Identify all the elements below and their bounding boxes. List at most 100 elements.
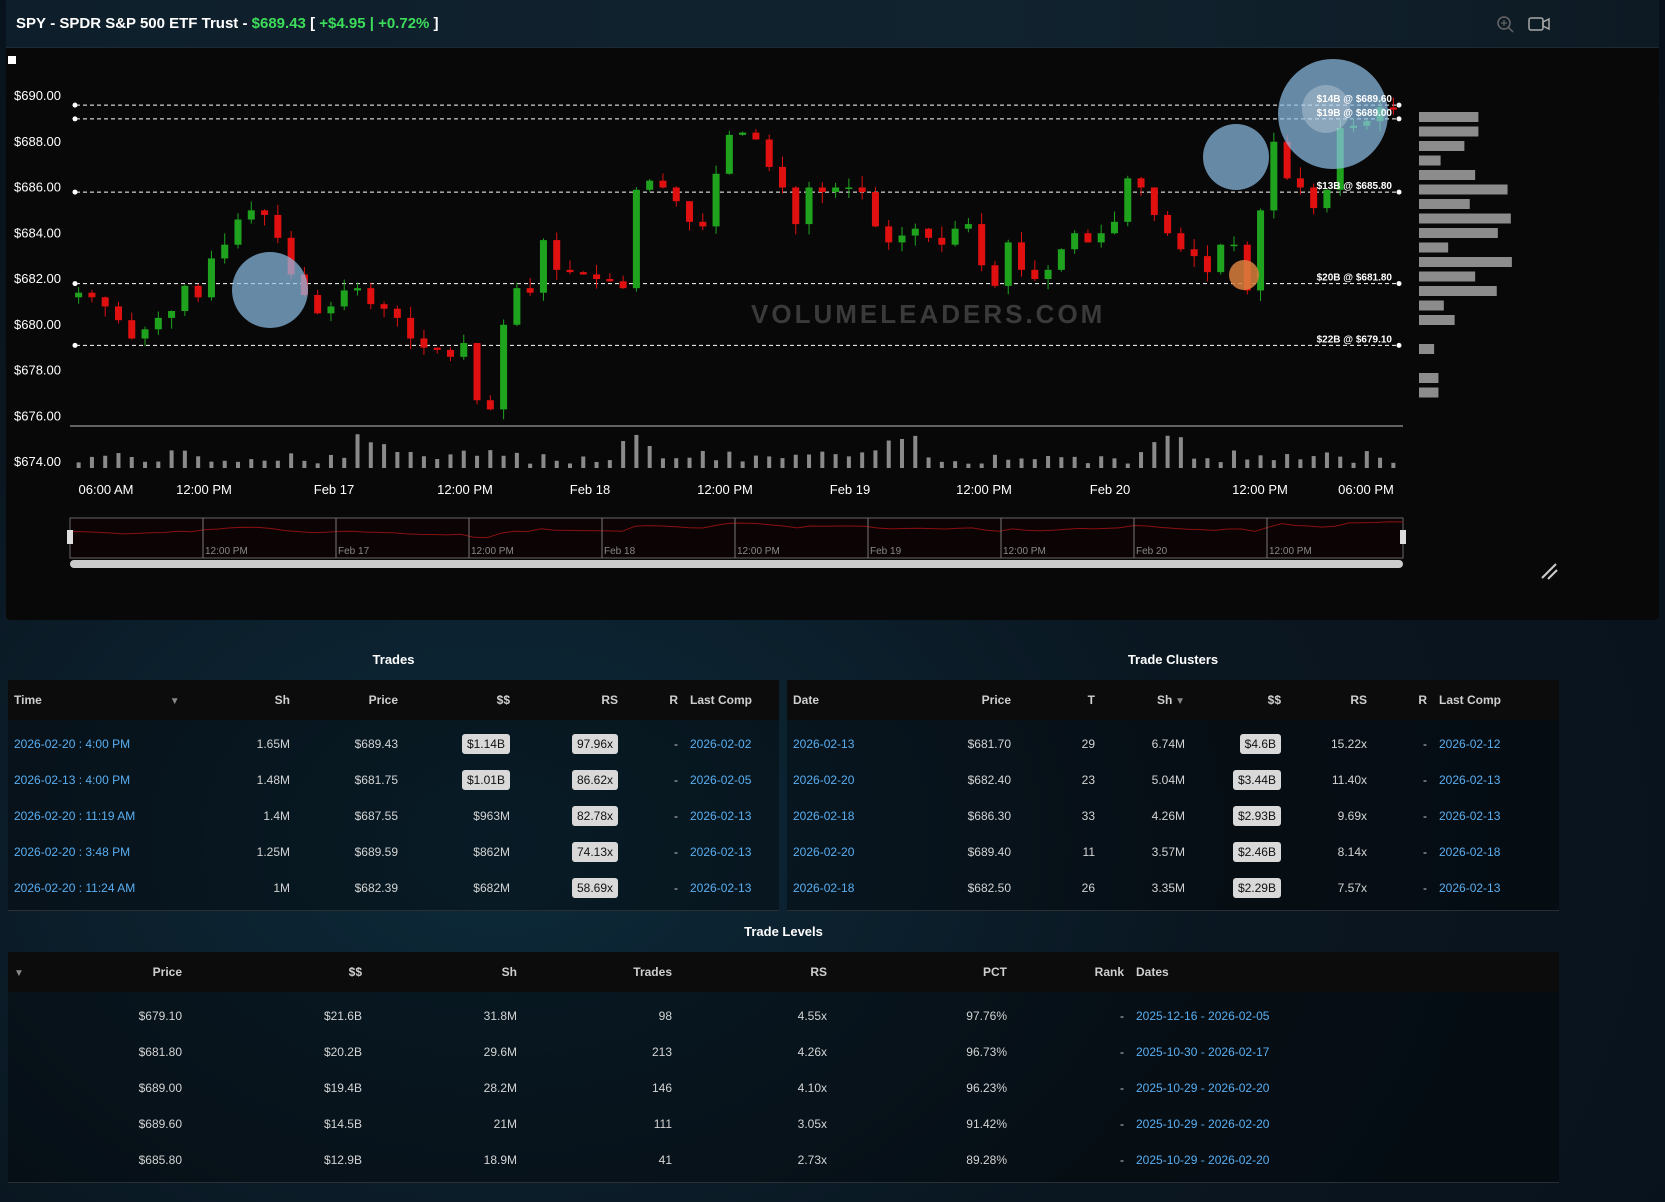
col-rs[interactable]: RS bbox=[1287, 693, 1373, 707]
navigator-tick-label: 12:00 PM bbox=[737, 546, 780, 557]
cluster-shares: 3.35M bbox=[1151, 881, 1185, 895]
trade-last-comp-link[interactable]: 2026-02-05 bbox=[684, 773, 779, 787]
level-dates-link[interactable]: 2025-12-16 - 2026-02-05 bbox=[1130, 1009, 1350, 1023]
volume-bar bbox=[501, 455, 506, 468]
table-row[interactable]: 2026-02-18 $686.30 33 4.26M $2.93B 9.69x -2026… bbox=[787, 798, 1559, 834]
col-sh[interactable]: Sh ▼ bbox=[1101, 693, 1191, 707]
col-time[interactable]: Time ▼ bbox=[8, 693, 208, 707]
trade-bubble[interactable] bbox=[1229, 260, 1259, 290]
cluster-last-comp-link[interactable]: 2026-02-13 bbox=[1433, 881, 1543, 895]
video-icon[interactable] bbox=[1528, 15, 1550, 33]
cluster-last-comp-link[interactable]: 2026-02-18 bbox=[1433, 845, 1543, 859]
level-dates-link[interactable]: 2025-10-29 - 2026-02-20 bbox=[1130, 1153, 1350, 1167]
trade-time-link[interactable]: 2026-02-13 : 4:00 PM bbox=[8, 773, 208, 787]
trade-bubble[interactable] bbox=[1203, 124, 1269, 190]
table-row[interactable]: 2026-02-20 : 11:19 AM 1.4M $687.55 $963M 82.… bbox=[8, 798, 779, 834]
table-row[interactable]: 2026-02-20 : 11:24 AM 1M $682.39 $682M 58.69… bbox=[8, 870, 779, 906]
col-rs[interactable]: RS bbox=[516, 693, 624, 707]
col-rs[interactable]: RS bbox=[678, 965, 833, 979]
cluster-last-comp-link[interactable]: 2026-02-12 bbox=[1433, 737, 1543, 751]
candle-body bbox=[88, 292, 96, 298]
col-sh[interactable]: Sh bbox=[368, 965, 523, 979]
volume-bar bbox=[753, 455, 758, 468]
navigator-handle-right[interactable] bbox=[1400, 530, 1406, 544]
trade-bubble[interactable] bbox=[232, 252, 308, 328]
trade-rs: 97.96x bbox=[516, 734, 624, 754]
col-price[interactable]: Price bbox=[917, 693, 1017, 707]
navigator-handle-left[interactable] bbox=[67, 530, 73, 544]
volume-bar bbox=[1139, 452, 1144, 468]
trade-rank: - bbox=[674, 881, 678, 895]
candle-body bbox=[1071, 233, 1079, 250]
candle-body bbox=[699, 221, 707, 227]
col-last-comp[interactable]: Last Comp bbox=[1433, 693, 1543, 707]
table-row[interactable]: $685.80 $12.9B 18.9M 41 2.73x 89.28% -2025-10-… bbox=[8, 1142, 1559, 1178]
trade-time-link[interactable]: 2026-02-20 : 3:48 PM bbox=[8, 845, 208, 859]
navigator-scrollbar[interactable] bbox=[70, 560, 1403, 568]
table-row[interactable]: 2026-02-20 : 3:48 PM 1.25M $689.59 $862M 74.… bbox=[8, 834, 779, 870]
col-dollars[interactable]: $$ bbox=[1191, 693, 1287, 707]
volume-bar bbox=[143, 461, 148, 468]
zoom-icon[interactable] bbox=[1496, 15, 1516, 33]
table-row[interactable]: $689.60 $14.5B 21M 111 3.05x 91.42% -2025-10-2… bbox=[8, 1106, 1559, 1142]
trade-time-link[interactable]: 2026-02-20 : 11:24 AM bbox=[8, 881, 208, 895]
cluster-date-link[interactable]: 2026-02-18 bbox=[787, 881, 917, 895]
candle-body bbox=[725, 134, 733, 174]
table-row[interactable]: 2026-02-20 : 4:00 PM 1.65M $689.43 $1.14B 97… bbox=[8, 726, 779, 762]
volume-bar bbox=[727, 451, 732, 468]
trade-last-comp-link[interactable]: 2026-02-13 bbox=[684, 809, 779, 823]
level-dates-link[interactable]: 2025-10-29 - 2026-02-20 bbox=[1130, 1117, 1350, 1131]
clusters-table: Trade Clusters Date Price T Sh ▼ $$ RS R… bbox=[787, 640, 1559, 911]
candle-body bbox=[991, 265, 999, 286]
table-row[interactable]: $689.00 $19.4B 28.2M 146 4.10x 96.23% -2025-10… bbox=[8, 1070, 1559, 1106]
table-row[interactable]: 2026-02-13 : 4:00 PM 1.48M $681.75 $1.01B 86… bbox=[8, 762, 779, 798]
col-dollars[interactable]: $$ bbox=[404, 693, 516, 707]
trade-time-link[interactable]: 2026-02-20 : 4:00 PM bbox=[8, 737, 208, 751]
volume-bar bbox=[926, 457, 931, 468]
table-row[interactable]: 2026-02-18 $682.50 26 3.35M $2.29B 7.57x -2026… bbox=[787, 870, 1559, 906]
cluster-date-link[interactable]: 2026-02-18 bbox=[787, 809, 917, 823]
trade-time-link[interactable]: 2026-02-20 : 11:19 AM bbox=[8, 809, 208, 823]
cluster-last-comp-link[interactable]: 2026-02-13 bbox=[1433, 809, 1543, 823]
navigator[interactable]: 12:00 PM Feb 17 12:00 PM Feb 18 12:00 PM Feb … bbox=[67, 517, 1406, 568]
table-row[interactable]: 2026-02-13 $681.70 29 6.74M $4.6B 15.22x -2026… bbox=[787, 726, 1559, 762]
candle-body bbox=[1150, 187, 1158, 215]
col-price[interactable]: Price bbox=[296, 693, 404, 707]
table-row[interactable]: 2026-02-20 $682.40 23 5.04M $3.44B 11.40x -202… bbox=[787, 762, 1559, 798]
cluster-shares: 4.26M bbox=[1151, 809, 1185, 823]
col-dates[interactable]: Dates bbox=[1130, 965, 1350, 979]
cluster-date-link[interactable]: 2026-02-20 bbox=[787, 845, 917, 859]
col-sh[interactable]: Sh bbox=[208, 693, 296, 707]
trade-last-comp-link[interactable]: 2026-02-13 bbox=[684, 845, 779, 859]
cluster-last-comp-link[interactable]: 2026-02-13 bbox=[1433, 773, 1543, 787]
col-dollars[interactable]: $$ bbox=[188, 965, 368, 979]
price-chart[interactable]: $690.00 $688.00 $686.00 $684.00 $682.00 $680.… bbox=[6, 48, 1659, 620]
volume-bar bbox=[1178, 437, 1183, 468]
col-r[interactable]: R bbox=[624, 693, 684, 707]
col-pct[interactable]: PCT bbox=[833, 965, 1013, 979]
level-dates-link[interactable]: 2025-10-30 - 2026-02-17 bbox=[1130, 1045, 1350, 1059]
level-dates-link[interactable]: 2025-10-29 - 2026-02-20 bbox=[1130, 1081, 1350, 1095]
col-date[interactable]: Date bbox=[787, 693, 917, 707]
cluster-date-link[interactable]: 2026-02-20 bbox=[787, 773, 917, 787]
col-rank[interactable]: Rank bbox=[1013, 965, 1130, 979]
col-sort[interactable]: ▼ bbox=[8, 965, 68, 979]
table-row[interactable]: $679.10 $21.6B 31.8M 98 4.55x 97.76% -2025-12-… bbox=[8, 998, 1559, 1034]
trade-last-comp-link[interactable]: 2026-02-13 bbox=[684, 881, 779, 895]
table-row[interactable]: 2026-02-20 $689.40 11 3.57M $2.46B 8.14x -2026… bbox=[787, 834, 1559, 870]
col-price[interactable]: Price bbox=[68, 965, 188, 979]
chart-menu-icon[interactable] bbox=[8, 56, 16, 64]
col-t[interactable]: T bbox=[1017, 693, 1101, 707]
cluster-date-link[interactable]: 2026-02-13 bbox=[787, 737, 917, 751]
col-trades[interactable]: Trades bbox=[523, 965, 678, 979]
resize-icon[interactable] bbox=[1541, 563, 1558, 580]
trade-price: $682.39 bbox=[354, 881, 398, 895]
volume-bar bbox=[833, 454, 838, 468]
candle-body bbox=[898, 235, 906, 243]
trades-header-row: Time ▼ Sh Price $$ RS R Last Comp bbox=[8, 680, 779, 720]
col-r[interactable]: R bbox=[1373, 693, 1433, 707]
trade-last-comp-link[interactable]: 2026-02-02 bbox=[684, 737, 779, 751]
level-pct: 89.28% bbox=[966, 1153, 1007, 1167]
table-row[interactable]: $681.80 $20.2B 29.6M 213 4.26x 96.73% -2025-10… bbox=[8, 1034, 1559, 1070]
col-last-comp[interactable]: Last Comp bbox=[684, 693, 779, 707]
